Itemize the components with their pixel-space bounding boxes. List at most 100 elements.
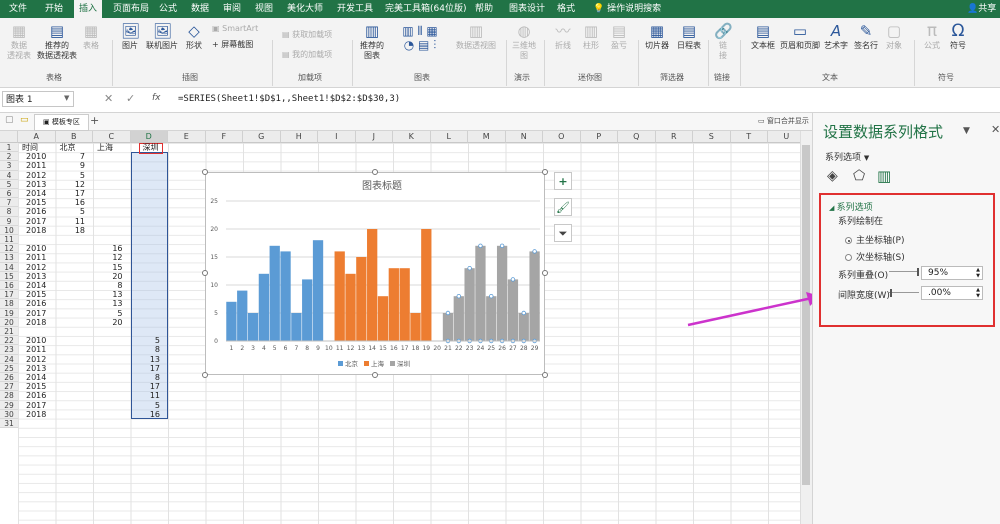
chart-resize-handle[interactable] — [202, 270, 208, 276]
column-header-q[interactable]: Q — [618, 131, 656, 143]
data-cell[interactable]: 7 — [58, 152, 85, 161]
bar-beijing[interactable] — [226, 301, 237, 341]
bar-shanghai[interactable] — [410, 313, 421, 341]
sparkline-column-button[interactable]: ▥ 柱形 — [578, 22, 604, 51]
bar-beijing[interactable] — [237, 290, 248, 341]
tab-formulas[interactable]: 公式 — [154, 0, 182, 18]
get-addins-button[interactable]: ▤ 获取加载项 — [282, 30, 332, 40]
series-overlap-slider-thumb[interactable] — [917, 268, 919, 276]
data-cell[interactable]: 2010 — [26, 336, 54, 345]
tab-developer[interactable]: 开发工具 — [332, 0, 378, 18]
bar-beijing[interactable] — [280, 251, 291, 341]
workbook-tab[interactable]: ▣ 模板专区 — [34, 114, 89, 131]
header-cell[interactable]: 北京 — [60, 143, 92, 152]
data-cell[interactable]: 2014 — [26, 373, 54, 382]
add-tab-icon[interactable]: + — [90, 114, 99, 127]
gap-width-slider-thumb[interactable] — [890, 289, 892, 297]
row-header[interactable]: 4 — [0, 170, 18, 180]
data-cell[interactable]: 17 — [58, 189, 85, 198]
data-cell[interactable]: 5 — [95, 309, 122, 318]
data-cell[interactable]: 5 — [58, 171, 85, 180]
bar-beijing[interactable] — [291, 313, 302, 341]
equation-button[interactable]: π 公式 — [920, 22, 944, 51]
column-header-d[interactable]: D — [130, 131, 168, 143]
chart-resize-handle[interactable] — [372, 372, 378, 378]
data-cell[interactable]: 15 — [95, 263, 122, 272]
data-cell[interactable]: 2016 — [26, 299, 54, 308]
wordart-button[interactable]: A 艺术字 — [822, 22, 850, 51]
tab-data[interactable]: 数据 — [186, 0, 214, 18]
column-header-k[interactable]: K — [393, 131, 431, 143]
row-header[interactable]: 13 — [0, 253, 18, 263]
bar-beijing[interactable] — [312, 240, 324, 341]
share-button[interactable]: 👤共享 — [962, 0, 1000, 18]
data-cell[interactable]: 8 — [133, 345, 160, 354]
data-cell[interactable]: 17 — [133, 364, 160, 373]
data-cell[interactable]: 2016 — [26, 391, 54, 400]
data-cell[interactable]: 8 — [133, 373, 160, 382]
effects-icon[interactable]: ⬠ — [853, 168, 865, 184]
column-header-s[interactable]: S — [693, 131, 731, 143]
pane-options-chevron-icon[interactable]: ▼ — [963, 126, 970, 136]
bar-shenzhen[interactable] — [529, 251, 540, 341]
series-options-menu[interactable]: 系列选项 ▼ — [825, 150, 869, 163]
row-header[interactable]: 23 — [0, 345, 18, 355]
data-cell[interactable]: 2013 — [26, 180, 54, 189]
bar-shanghai[interactable] — [367, 229, 378, 341]
screenshot-button[interactable]: + 屏幕截图 — [212, 40, 253, 50]
column-header-r[interactable]: R — [655, 131, 693, 143]
data-cell[interactable]: 2010 — [26, 244, 54, 253]
data-cell[interactable]: 5 — [58, 207, 85, 216]
section-series-options[interactable]: ◢ 系列选项 — [829, 200, 873, 213]
series-overlap-spinner[interactable]: 95% ▲ ▼ — [921, 266, 983, 280]
data-cell[interactable]: 2011 — [26, 253, 54, 262]
row-header[interactable]: 6 — [0, 189, 18, 199]
bar-shenzhen[interactable] — [507, 279, 519, 341]
tab-beautify[interactable]: 美化大师 — [282, 0, 328, 18]
online-picture-button[interactable]: 🖼 联机图片 — [144, 22, 180, 51]
column-header-n[interactable]: N — [505, 131, 543, 143]
data-cell[interactable]: 9 — [58, 161, 85, 170]
row-header[interactable]: 24 — [0, 354, 18, 364]
row-header[interactable]: 14 — [0, 262, 18, 272]
column-header-f[interactable]: F — [205, 131, 243, 143]
tab-home[interactable]: 开始 — [40, 0, 68, 18]
header-cell[interactable]: 深圳 — [138, 143, 163, 154]
row-header[interactable]: 7 — [0, 198, 18, 208]
column-header-m[interactable]: M — [468, 131, 506, 143]
chevron-down-icon[interactable]: ▼ — [64, 94, 69, 102]
bar-beijing[interactable] — [302, 279, 313, 341]
3d-map-button[interactable]: ◍ 三维地 图 — [510, 22, 538, 61]
legend-entry[interactable]: 上海 — [371, 359, 385, 368]
tab-toolbox[interactable]: 完美工具箱(64位版) — [380, 0, 471, 18]
row-header[interactable]: 18 — [0, 299, 18, 309]
picture-button[interactable]: 🖼 图片 — [118, 22, 142, 51]
data-cell[interactable]: 2014 — [26, 189, 54, 198]
row-header[interactable]: 9 — [0, 216, 18, 226]
data-cell[interactable]: 2015 — [26, 290, 54, 299]
folder-icon[interactable]: ▭ — [20, 115, 29, 125]
row-header[interactable]: 17 — [0, 290, 18, 300]
tab-review[interactable]: 审阅 — [218, 0, 246, 18]
column-header-o[interactable]: O — [543, 131, 581, 143]
row-header[interactable]: 31 — [0, 419, 18, 429]
chart-resize-handle[interactable] — [202, 372, 208, 378]
row-header[interactable]: 22 — [0, 336, 18, 346]
pivot-table-button[interactable]: ▦ 数据 透视表 — [4, 22, 34, 61]
recommended-charts-button[interactable]: ▥ 推荐的 图表 — [356, 22, 388, 61]
row-header[interactable]: 8 — [0, 207, 18, 217]
cancel-icon[interactable]: ✕ — [104, 92, 113, 105]
bar-shenzhen[interactable] — [464, 268, 475, 341]
data-cell[interactable]: 2014 — [26, 281, 54, 290]
data-cell[interactable]: 13 — [95, 290, 122, 299]
column-header-b[interactable]: B — [55, 131, 93, 143]
bar-shanghai[interactable] — [388, 268, 399, 341]
data-cell[interactable]: 2012 — [26, 171, 54, 180]
gap-width-slider[interactable] — [889, 292, 919, 293]
bar-shanghai[interactable] — [421, 229, 432, 341]
row-header[interactable]: 11 — [0, 235, 18, 245]
bar-shenzhen[interactable] — [486, 296, 497, 341]
data-cell[interactable]: 2016 — [26, 207, 54, 216]
data-cell[interactable]: 2010 — [26, 152, 54, 161]
timeline-button[interactable]: ▤ 日程表 — [674, 22, 704, 51]
